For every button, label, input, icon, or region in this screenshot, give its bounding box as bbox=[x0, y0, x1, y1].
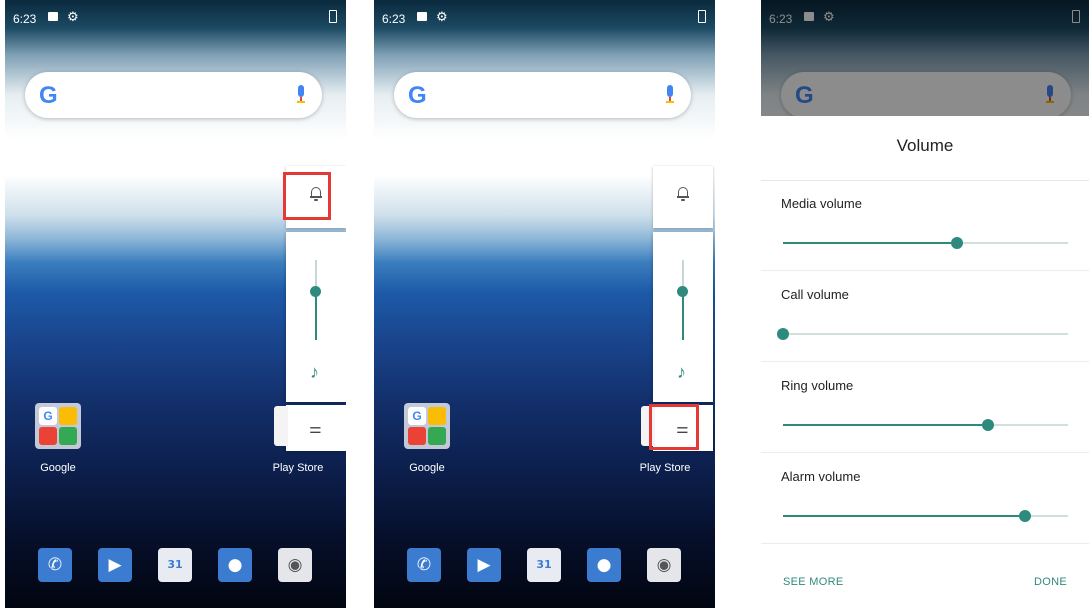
folder-label: Google bbox=[409, 462, 445, 474]
gear-icon: ⚙ bbox=[436, 9, 448, 24]
phone-icon: ✆ bbox=[47, 555, 63, 575]
see-more-button[interactable]: SEE MORE bbox=[783, 576, 843, 588]
ring-volume-row: Ring volume bbox=[761, 362, 1089, 453]
play-store-label: Play Store bbox=[272, 462, 324, 474]
media-volume-row: Media volume bbox=[761, 180, 1089, 271]
highlight-box bbox=[283, 172, 331, 220]
google-app-icon: G bbox=[408, 407, 426, 425]
camera-icon: ◉ bbox=[287, 555, 303, 575]
dock-calendar[interactable]: 31 bbox=[527, 548, 561, 582]
media-volume-thumb[interactable] bbox=[950, 237, 963, 249]
calendar-icon: 31 bbox=[167, 558, 183, 571]
ringer-mode-button[interactable] bbox=[653, 166, 713, 228]
ring-volume-label: Ring volume bbox=[781, 378, 854, 393]
battery-icon bbox=[698, 10, 706, 23]
dock-phone[interactable]: ✆ bbox=[38, 548, 72, 582]
dock-camera[interactable]: ◉ bbox=[278, 548, 312, 582]
highlight-box bbox=[649, 404, 699, 450]
chrome-app-icon bbox=[428, 407, 446, 425]
alarm-volume-thumb[interactable] bbox=[1019, 510, 1032, 522]
call-volume-label: Call volume bbox=[781, 287, 849, 302]
play-store-label: Play Store bbox=[639, 462, 691, 474]
google-folder[interactable]: G bbox=[35, 403, 81, 449]
volume-slider-panel: ♪ bbox=[653, 232, 713, 402]
dock-phone[interactable]: ✆ bbox=[407, 548, 441, 582]
google-logo: G bbox=[39, 82, 58, 109]
screen-1: 6:23 ⚙ G ♪ ⚌ G Google Play Store ✆ ▶ 31 … bbox=[5, 0, 346, 608]
video-icon: ▶ bbox=[108, 555, 122, 575]
mic-icon[interactable] bbox=[296, 85, 306, 105]
dock-duo[interactable]: ▶ bbox=[467, 548, 501, 582]
dock-contacts[interactable]: ● bbox=[218, 548, 252, 582]
ring-volume-slider[interactable] bbox=[783, 419, 1068, 431]
volume-settings-button[interactable]: ⚌ bbox=[286, 405, 346, 451]
google-folder[interactable]: G bbox=[404, 403, 450, 449]
chrome-app-icon bbox=[59, 407, 77, 425]
bell-icon bbox=[677, 186, 689, 201]
volume-dialog: Volume Media volume Call volume Ring vol… bbox=[761, 116, 1089, 608]
drive-app-icon bbox=[428, 427, 446, 445]
contacts-icon: ● bbox=[227, 555, 243, 575]
done-button[interactable]: DONE bbox=[1034, 576, 1067, 588]
volume-thumb[interactable] bbox=[310, 286, 321, 297]
sliders-icon: ⚌ bbox=[309, 421, 322, 437]
gear-icon: ⚙ bbox=[67, 9, 79, 24]
dock-camera[interactable]: ◉ bbox=[647, 548, 681, 582]
phone-icon: ✆ bbox=[416, 555, 432, 575]
play-store-icon[interactable] bbox=[274, 406, 288, 446]
google-app-icon: G bbox=[39, 407, 57, 425]
media-volume-fill bbox=[783, 242, 957, 244]
call-volume-thumb[interactable] bbox=[777, 328, 789, 340]
calendar-icon: 31 bbox=[536, 558, 552, 571]
volume-thumb[interactable] bbox=[677, 286, 688, 297]
volume-slider-panel: ♪ bbox=[286, 232, 346, 402]
alarm-volume-slider[interactable] bbox=[783, 510, 1068, 522]
media-volume-label: Media volume bbox=[781, 196, 862, 211]
volume-fill bbox=[682, 292, 684, 340]
status-time: 6:23 bbox=[382, 12, 406, 26]
folder-label: Google bbox=[40, 462, 76, 474]
music-note-icon: ♪ bbox=[310, 362, 319, 382]
media-volume-slider[interactable] bbox=[783, 237, 1068, 249]
ring-volume-thumb[interactable] bbox=[982, 419, 995, 431]
status-bar: 6:23 ⚙ bbox=[374, 0, 715, 36]
screen-3: 6:23 ⚙ G Volume Media volume Call volume bbox=[761, 0, 1089, 608]
message-icon bbox=[48, 12, 58, 21]
google-search-bar[interactable]: G bbox=[394, 72, 691, 118]
google-search-bar[interactable]: G bbox=[25, 72, 322, 118]
alarm-volume-fill bbox=[783, 515, 1026, 517]
contacts-icon: ● bbox=[596, 555, 612, 575]
dock-contacts[interactable]: ● bbox=[587, 548, 621, 582]
scrim[interactable] bbox=[761, 0, 1089, 116]
mic-icon[interactable] bbox=[665, 85, 675, 105]
video-icon: ▶ bbox=[477, 555, 491, 575]
call-volume-slider[interactable] bbox=[777, 328, 1068, 340]
ring-volume-fill bbox=[783, 424, 989, 426]
message-icon bbox=[417, 12, 427, 21]
youtube-app-icon bbox=[408, 427, 426, 445]
dock-duo[interactable]: ▶ bbox=[98, 548, 132, 582]
status-bar: 6:23 ⚙ bbox=[5, 0, 346, 36]
volume-fill bbox=[315, 292, 317, 340]
status-time: 6:23 bbox=[13, 12, 37, 26]
battery-icon bbox=[329, 10, 337, 23]
drive-app-icon bbox=[59, 427, 77, 445]
alarm-volume-row: Alarm volume bbox=[761, 453, 1089, 544]
music-note-icon: ♪ bbox=[677, 362, 686, 382]
screen-2: 6:23 ⚙ G ♪ ⚌ G Google Play Store ✆ ▶ 31 … bbox=[374, 0, 715, 608]
camera-icon: ◉ bbox=[656, 555, 672, 575]
youtube-app-icon bbox=[39, 427, 57, 445]
alarm-volume-label: Alarm volume bbox=[781, 469, 861, 484]
google-logo: G bbox=[408, 82, 427, 109]
dialog-title: Volume bbox=[761, 116, 1089, 181]
dock-calendar[interactable]: 31 bbox=[158, 548, 192, 582]
call-volume-row: Call volume bbox=[761, 271, 1089, 362]
